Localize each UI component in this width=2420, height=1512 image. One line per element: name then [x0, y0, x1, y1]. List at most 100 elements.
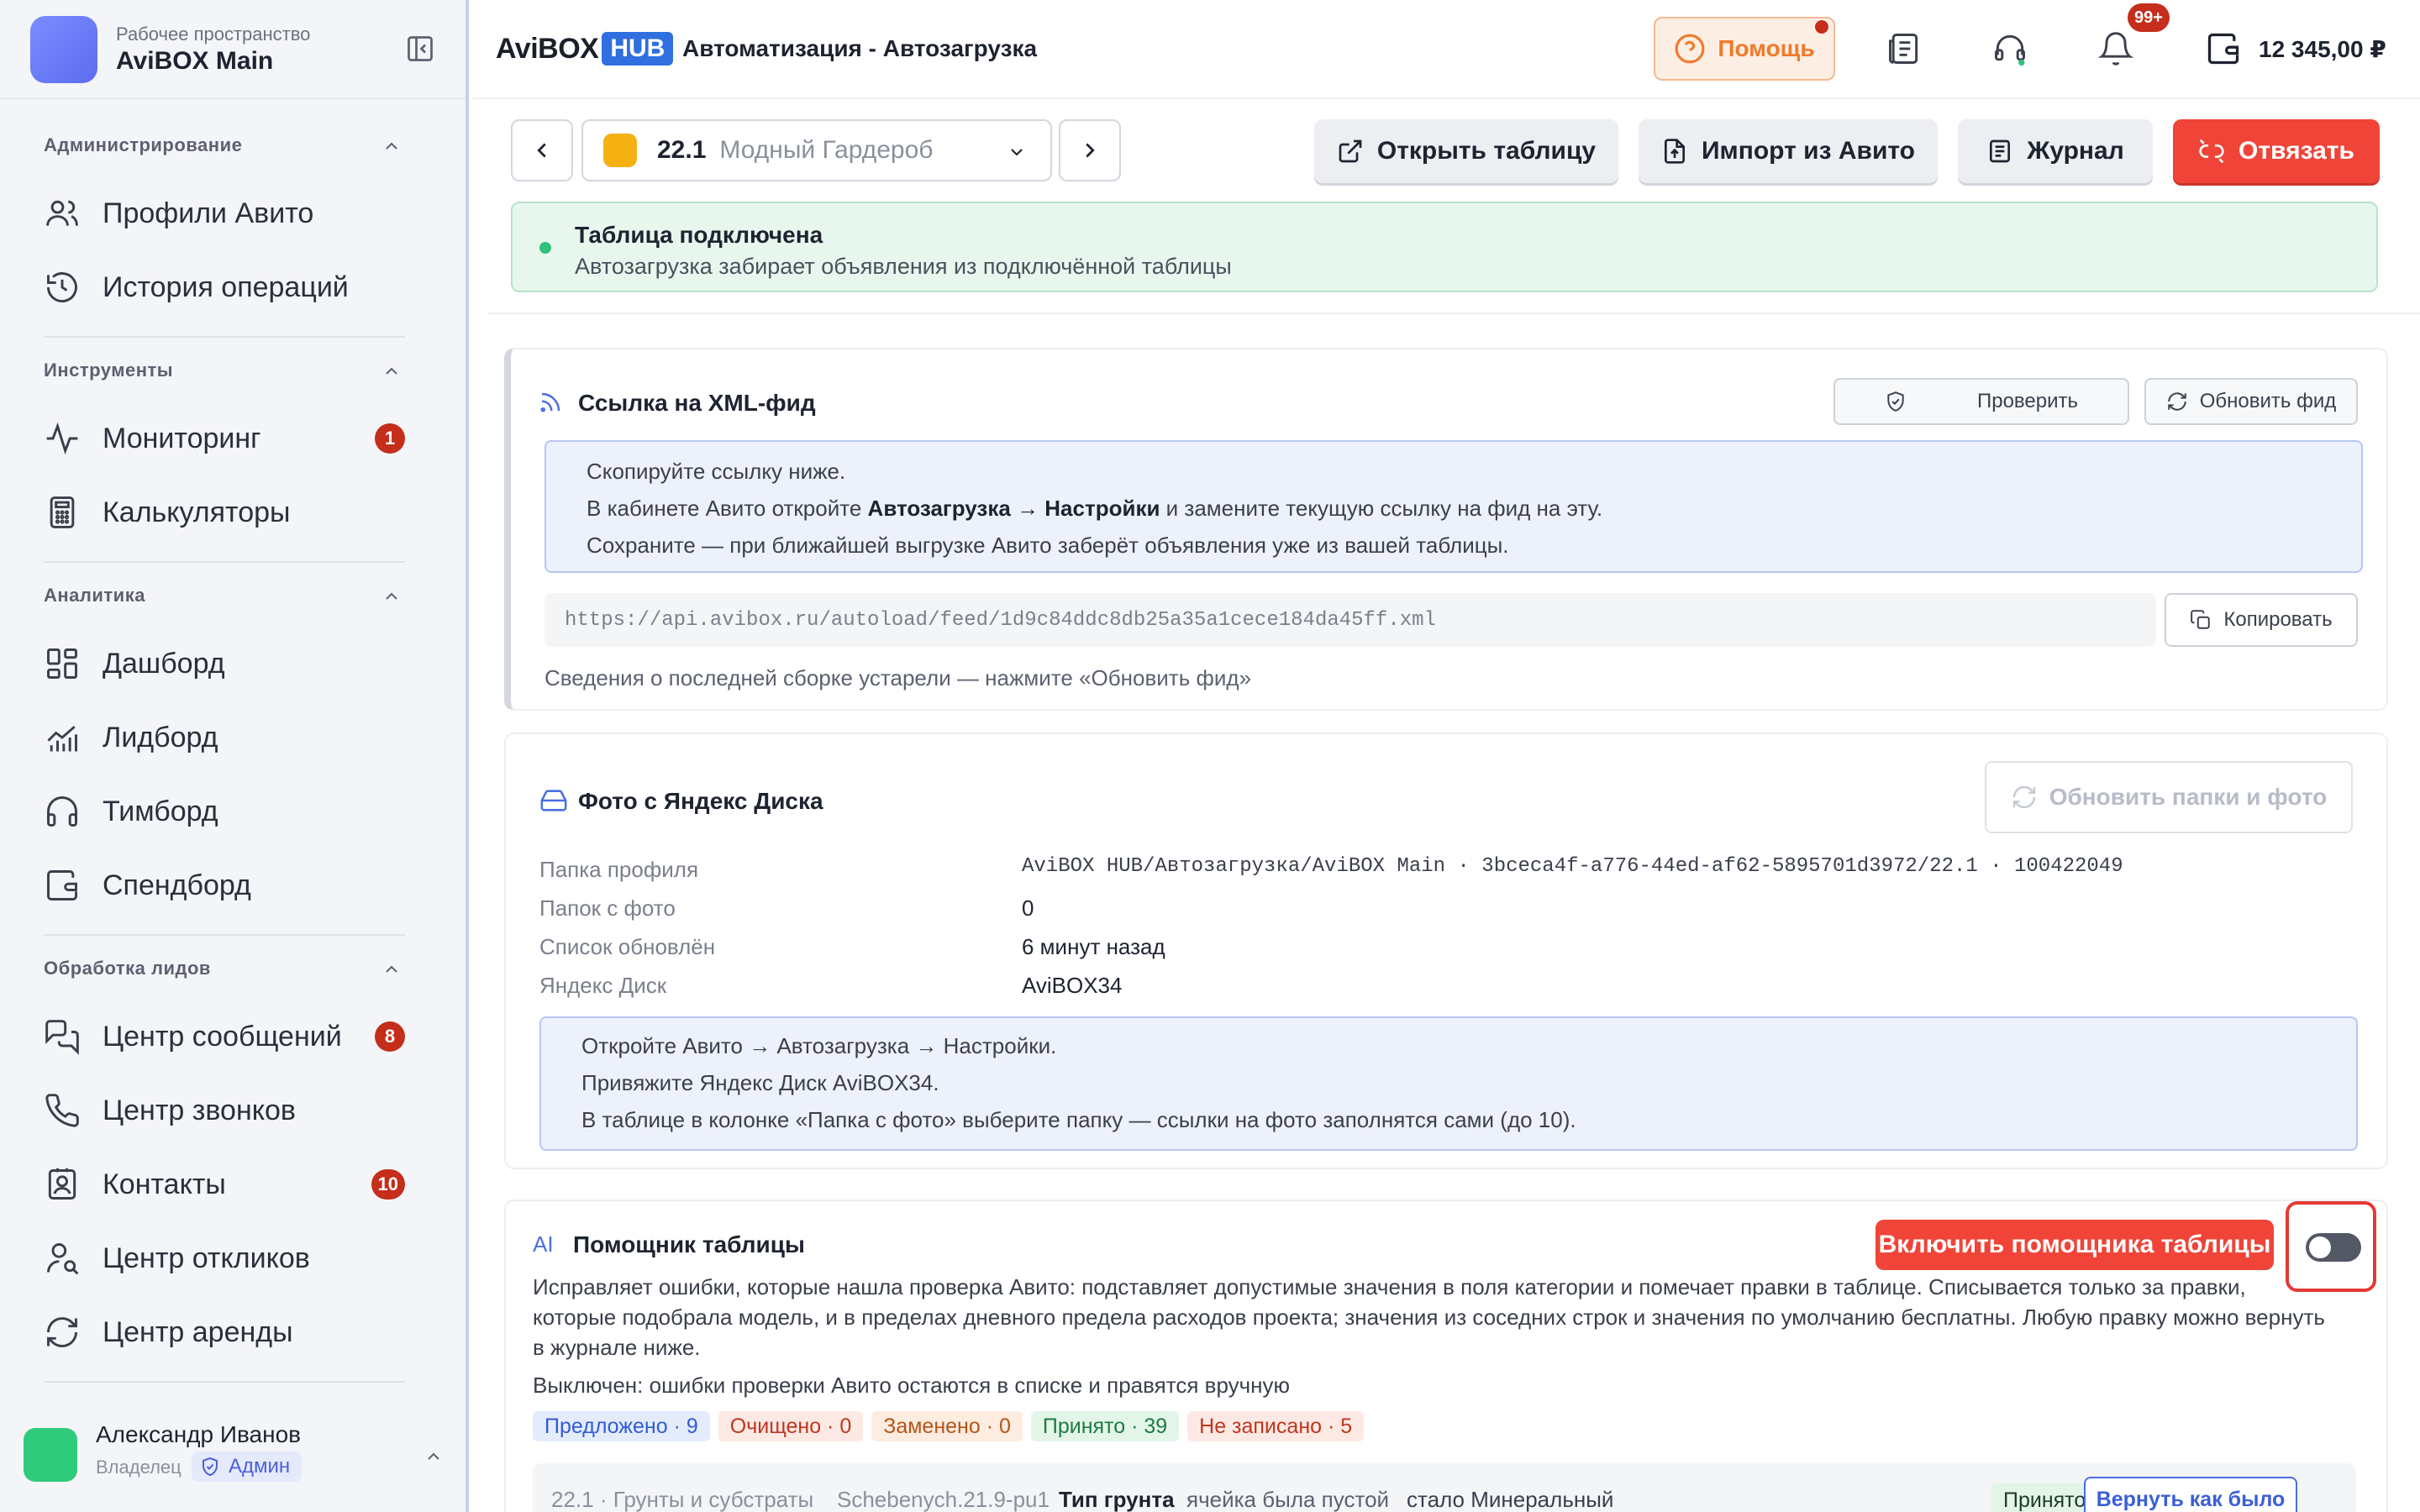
- top-bar: AviBOX HUB Автоматизация - Автозагрузка …: [472, 0, 2420, 99]
- enable-assistant-button[interactable]: Включить помощника таблицы: [1876, 1220, 2274, 1270]
- sidebar-item-label: Мониторинг: [103, 422, 261, 454]
- sidebar-item-label: Лидборд: [103, 721, 218, 753]
- users-icon: [46, 200, 78, 226]
- xml-instructions: Скопируйте ссылку ниже. В кабинете Авито…: [544, 440, 2363, 573]
- brand-main: AviBOX: [496, 32, 599, 65]
- section-title-lead-processing[interactable]: Обработка лидов: [44, 958, 211, 979]
- connection-status-banner: Таблица подключена Автозагрузка забирает…: [511, 202, 2378, 292]
- instruction-line-2: В кабинете Авито откройте Автозагрузка →…: [587, 496, 1603, 521]
- sidebar-item-rental-center[interactable]: Центр аренды: [44, 1303, 413, 1362]
- revert-edit-button[interactable]: Вернуть как было: [2084, 1477, 2297, 1512]
- check-feed-button[interactable]: Проверить: [1833, 378, 2129, 425]
- prev-profile-button[interactable]: [511, 119, 573, 181]
- rss-icon: [540, 392, 560, 412]
- journal-button[interactable]: Журнал: [1958, 119, 2153, 183]
- section-title-tools[interactable]: Инструменты: [44, 360, 173, 381]
- sidebar-item-leadboard[interactable]: Лидборд: [44, 708, 413, 767]
- sidebar-item-message-center[interactable]: Центр сообщений 8: [44, 1007, 413, 1066]
- sidebar-item-label: Центр аренды: [103, 1315, 293, 1348]
- feed-url-field[interactable]: https://api.avibox.ru/autoload/feed/1d9c…: [544, 593, 2156, 647]
- sidebar-item-teamboard[interactable]: Тимборд: [44, 782, 413, 841]
- yandex-disk-card: Фото с Яндекс Диска Обновить папки и фот…: [504, 732, 2388, 1169]
- section-title-analytics[interactable]: Аналитика: [44, 585, 145, 606]
- wallet-icon: [47, 870, 77, 900]
- headphones-icon: [47, 796, 77, 827]
- import-avito-button[interactable]: Импорт из Авито: [1639, 119, 1938, 183]
- sidebar-item-contacts[interactable]: Контакты 10: [44, 1155, 413, 1214]
- workspace-name: AviBOX Main: [116, 47, 274, 75]
- section-title-admin[interactable]: Администрирование: [44, 134, 242, 156]
- chevron-up-icon[interactable]: [381, 136, 402, 156]
- refresh-folders-label: Обновить папки и фото: [2049, 784, 2328, 810]
- calculator-icon: [50, 496, 75, 528]
- sidebar-item-spendboard[interactable]: Спендборд: [44, 856, 413, 915]
- refresh-folders-button[interactable]: Обновить папки и фото: [1985, 761, 2353, 833]
- notifications-badge: 99+: [2128, 3, 2170, 32]
- stat-chip-not-written[interactable]: Не записано · 5: [1187, 1411, 1365, 1441]
- stat-chip-replaced[interactable]: Заменено · 0: [871, 1411, 1023, 1441]
- sidebar-item-label: История операций: [103, 270, 349, 303]
- sidebar-item-label: Центр звонков: [103, 1094, 296, 1126]
- refresh-icon: [2168, 392, 2186, 411]
- workspace-subtitle: Рабочее пространство: [116, 24, 311, 45]
- chevron-right-icon: [1086, 143, 1095, 158]
- refresh-icon: [47, 1317, 77, 1347]
- chevron-up-icon[interactable]: [381, 361, 402, 381]
- count-badge: 10: [371, 1169, 405, 1200]
- unlink-button[interactable]: Отвязать: [2173, 119, 2380, 183]
- yandex-instructions: Откройте Авито → Автозагрузка → Настройк…: [539, 1016, 2358, 1151]
- workspace-switcher[interactable]: Рабочее пространство AviBOX Main: [30, 15, 435, 84]
- user-menu[interactable]: Александр Иванов Владелец Админ: [24, 1411, 444, 1495]
- sidebar-item-monitoring[interactable]: Мониторинг 1: [44, 409, 413, 468]
- kv-key: Яндекс Диск: [539, 973, 667, 998]
- stat-chip-cleared[interactable]: Очищено · 0: [718, 1411, 864, 1441]
- journal-icon: [1990, 139, 2011, 163]
- chevron-up-icon[interactable]: [381, 586, 402, 606]
- edit-before: ячейка была пустой: [1186, 1487, 1390, 1512]
- status-subtitle: Автозагрузка забирает объявления из подк…: [575, 254, 1232, 279]
- support-headset-icon[interactable]: [1991, 30, 2028, 67]
- sidebar-item-call-center[interactable]: Центр звонков: [44, 1081, 413, 1140]
- brand-logo[interactable]: AviBOX HUB: [496, 32, 674, 66]
- next-profile-button[interactable]: [1059, 119, 1121, 181]
- profile-select[interactable]: 22.1 Модный Гардероб: [581, 119, 1052, 181]
- stat-chip-accepted[interactable]: Принято · 39: [1030, 1411, 1180, 1441]
- bell-icon[interactable]: [2097, 30, 2134, 67]
- unlink-label: Отвязать: [2238, 137, 2354, 165]
- toggle-knob: [2309, 1236, 2331, 1258]
- history-icon: [47, 272, 77, 302]
- kv-key: Список обновлён: [539, 934, 716, 959]
- sidebar-collapse-icon[interactable]: [405, 34, 435, 64]
- shield-check-icon: [1887, 391, 1904, 412]
- assistant-off-status: Выключен: ошибки проверки Авито остаются…: [533, 1373, 1291, 1398]
- refresh-feed-button[interactable]: Обновить фид: [2144, 378, 2358, 425]
- unlink-icon: [2199, 139, 2224, 164]
- stat-chip-proposed[interactable]: Предложено · 9: [533, 1411, 710, 1441]
- sidebar-item-dashboard[interactable]: Дашборд: [44, 634, 413, 693]
- open-table-button[interactable]: Открыть таблицу: [1314, 119, 1618, 183]
- chevron-up-icon[interactable]: [424, 1446, 444, 1467]
- balance[interactable]: 12 345,00 ₽: [2259, 35, 2386, 63]
- assistant-toggle[interactable]: [2306, 1233, 2361, 1262]
- user-role: Владелец: [96, 1457, 182, 1478]
- sidebar-item-responses-center[interactable]: Центр откликов: [44, 1229, 413, 1288]
- refresh-icon: [2012, 785, 2035, 809]
- kv-value: AviBOX HUB/Автозагрузка/AviBOX Main · 3b…: [1022, 855, 2123, 878]
- help-indicator: [1815, 20, 1828, 34]
- table-assistant-card: AI Помощник таблицы Включить помощника т…: [504, 1200, 2388, 1512]
- copy-url-button[interactable]: Копировать: [2165, 593, 2358, 647]
- sidebar-item-operation-history[interactable]: История операций: [44, 258, 413, 317]
- chart-icon: [47, 726, 77, 752]
- sidebar-item-avito-profiles[interactable]: Профили Авито: [44, 184, 413, 243]
- count-badge: 1: [375, 423, 405, 454]
- sidebar-item-calculators[interactable]: Калькуляторы: [44, 483, 413, 542]
- section-divider: [44, 336, 405, 338]
- chevron-up-icon[interactable]: [381, 959, 402, 979]
- help-button[interactable]: Помощь: [1654, 17, 1835, 81]
- count-badge: 8: [375, 1021, 405, 1052]
- wallet-icon[interactable]: [2205, 30, 2242, 67]
- yandex-disk-title: Фото с Яндекс Диска: [578, 788, 823, 814]
- news-icon[interactable]: [1886, 30, 1923, 67]
- assistant-title: Помощник таблицы: [573, 1231, 805, 1257]
- edit-log-row: 22.1 · Грунты и субстраты Schebenych.21.…: [533, 1463, 2356, 1512]
